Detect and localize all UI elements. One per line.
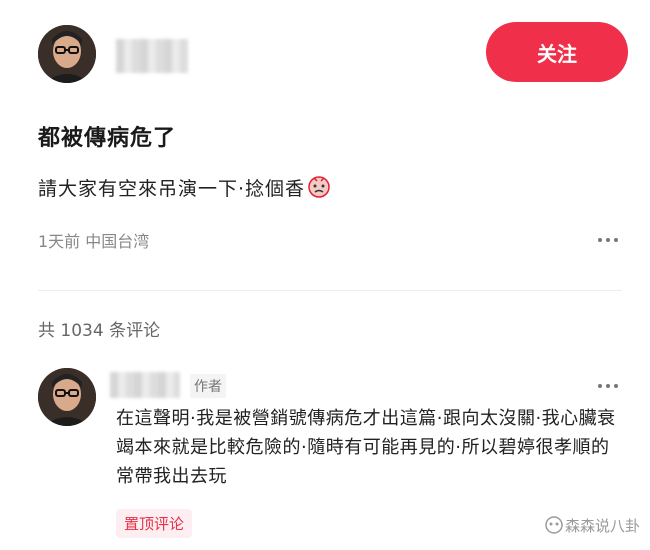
more-icon[interactable] (598, 238, 620, 244)
watermark-text: 森森说八卦 (564, 517, 640, 535)
crying-face-emoji-icon (307, 174, 331, 203)
post-body: 請大家有空來吊演一下·捻個香 (38, 174, 331, 203)
watermark-logo-icon (545, 516, 563, 538)
username-blurred[interactable] (116, 39, 188, 73)
post-meta: 1天前 中国台湾 (38, 232, 150, 251)
comment-more-icon[interactable] (598, 384, 620, 390)
author-tag: 作者 (190, 374, 226, 398)
post-title: 都被傳病危了 (38, 126, 177, 151)
comment-item: 作者 在這聲明·我是被營銷號傳病危才出這篇·跟向太沒關·我心臟衰竭本來就是比較危… (38, 368, 628, 538)
pinned-badge: 置顶评论 (116, 509, 193, 538)
post-header: 关注 (38, 22, 628, 86)
avatar[interactable] (38, 25, 96, 83)
comment-username-blurred[interactable] (110, 372, 180, 398)
follow-button[interactable]: 关注 (486, 22, 628, 82)
divider (38, 290, 622, 291)
comment-avatar[interactable] (38, 368, 96, 426)
comment-text: 在這聲明·我是被營銷號傳病危才出這篇·跟向太沒關·我心臟衰竭本來就是比較危險的·… (116, 408, 616, 487)
watermark: 森森说八卦 (545, 515, 640, 538)
comment-count: 共 1034 条评论 (38, 321, 161, 341)
post-body-text: 請大家有空來吊演一下·捻個香 (38, 178, 306, 200)
